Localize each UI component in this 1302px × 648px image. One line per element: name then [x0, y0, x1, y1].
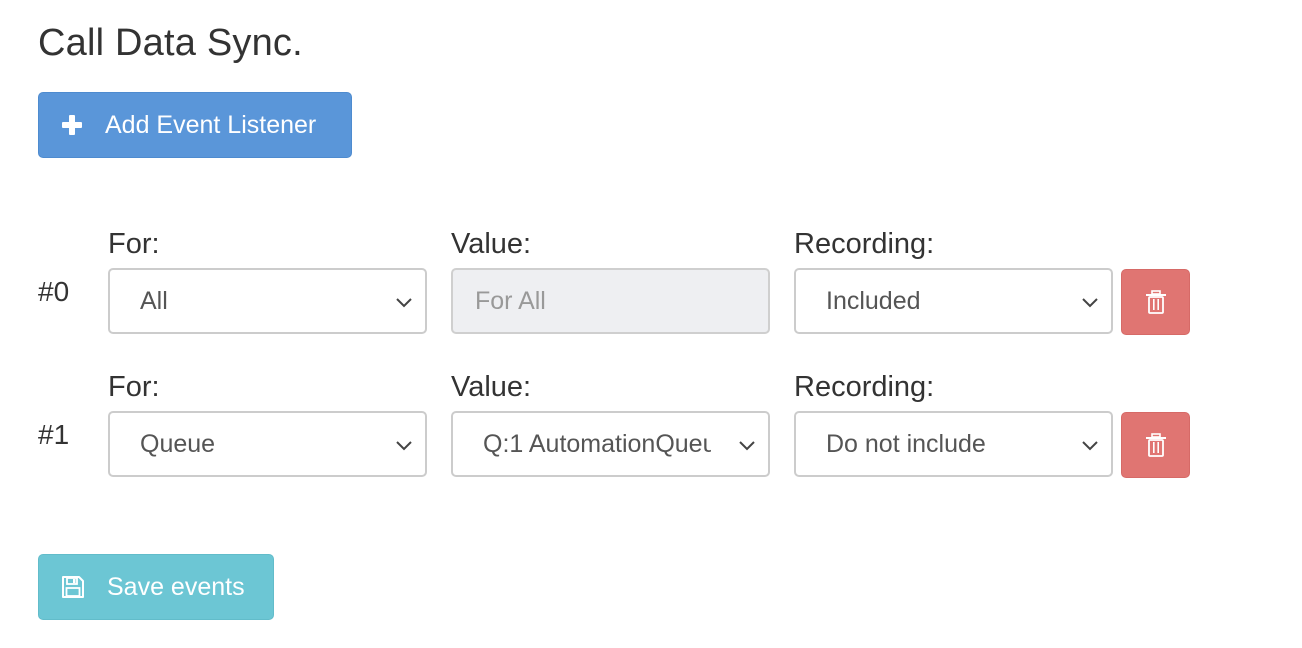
value-label: Value:: [451, 371, 532, 403]
for-select-value: Queue: [140, 429, 216, 458]
chevron-down-icon: [396, 298, 412, 308]
row-index: #1: [38, 419, 70, 450]
save-events-label: Save events: [107, 572, 245, 601]
save-events-button[interactable]: Save events: [38, 554, 274, 620]
for-select[interactable]: All: [108, 268, 427, 334]
recording-label: Recording:: [794, 228, 935, 260]
value-input: For All: [451, 268, 770, 334]
add-event-listener-button[interactable]: Add Event Listener: [38, 92, 352, 158]
recording-select-value: Included: [826, 286, 921, 315]
page-title: Call Data Sync.: [38, 22, 303, 64]
add-event-listener-label: Add Event Listener: [105, 110, 317, 139]
recording-select[interactable]: Do not include: [794, 411, 1113, 477]
for-select-value: All: [140, 286, 168, 315]
call-data-sync-page: Call Data Sync. Add Event Listener #0 Fo…: [0, 0, 1302, 648]
value-select-value: Q:1 AutomationQueue: [483, 429, 711, 458]
event-listener-row: #1 For: Queue Value: Q:1 AutomationQueue…: [0, 367, 1302, 478]
row-index: #0: [38, 276, 70, 307]
chevron-down-icon: [739, 441, 755, 451]
for-label: For:: [108, 371, 160, 403]
chevron-down-icon: [1082, 298, 1098, 308]
delete-listener-button[interactable]: [1121, 269, 1190, 335]
plus-icon: [62, 115, 82, 135]
trash-icon: [1145, 433, 1166, 457]
floppy-disk-icon: [62, 576, 84, 598]
for-select[interactable]: Queue: [108, 411, 427, 477]
value-select[interactable]: Q:1 AutomationQueue: [451, 411, 770, 477]
chevron-down-icon: [1082, 441, 1098, 451]
trash-icon: [1145, 290, 1166, 314]
recording-label: Recording:: [794, 371, 935, 403]
value-input-placeholder: For All: [475, 286, 546, 315]
recording-select[interactable]: Included: [794, 268, 1113, 334]
chevron-down-icon: [396, 441, 412, 451]
value-label: Value:: [451, 228, 532, 260]
recording-select-value: Do not include: [826, 429, 986, 458]
event-listener-row: #0 For: All Value: For All Recording: In…: [0, 224, 1302, 335]
delete-listener-button[interactable]: [1121, 412, 1190, 478]
for-label: For:: [108, 228, 160, 260]
